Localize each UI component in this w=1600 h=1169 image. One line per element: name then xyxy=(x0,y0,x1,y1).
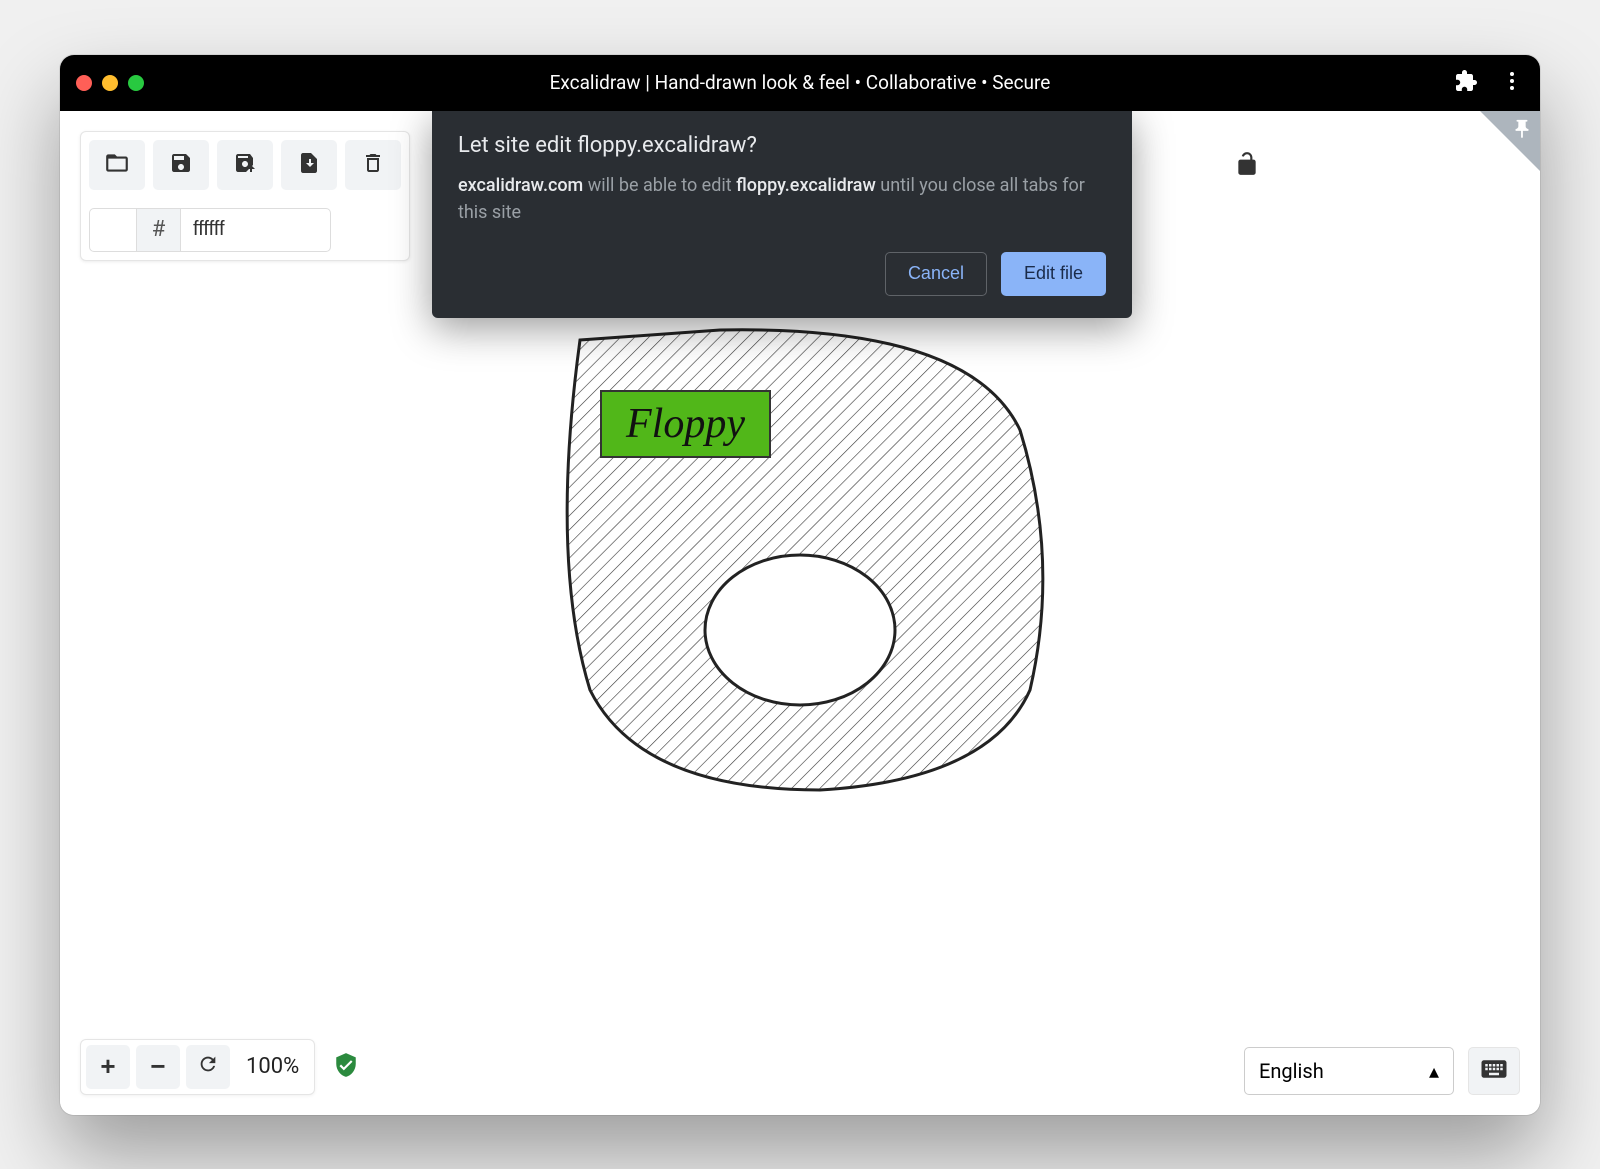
pin-icon xyxy=(1511,118,1533,144)
reset-zoom-icon xyxy=(197,1051,219,1082)
floppy-label[interactable]: Floppy xyxy=(600,390,771,458)
titlebar: Excalidraw | Hand-drawn look & feel • Co… xyxy=(60,55,1540,111)
color-swatch[interactable] xyxy=(89,208,137,252)
chevron-up-icon: ▴ xyxy=(1429,1059,1439,1083)
window-title: Excalidraw | Hand-drawn look & feel • Co… xyxy=(60,71,1540,94)
bottom-right-controls: English ▴ xyxy=(1244,1047,1520,1095)
main-toolbar: # xyxy=(80,131,410,261)
window-close-button[interactable] xyxy=(76,75,92,91)
permission-dialog: Let site edit floppy.excalidraw? excalid… xyxy=(432,111,1132,318)
delete-button[interactable] xyxy=(345,140,401,190)
window-controls xyxy=(76,75,144,91)
edit-file-button[interactable]: Edit file xyxy=(1001,252,1106,296)
folder-open-icon xyxy=(104,150,130,179)
extension-icon[interactable] xyxy=(1454,69,1478,97)
zoom-out-button[interactable]: − xyxy=(136,1045,180,1089)
zoom-in-button[interactable]: + xyxy=(86,1045,130,1089)
language-select[interactable]: English ▴ xyxy=(1244,1047,1454,1095)
export-button[interactable] xyxy=(281,140,337,190)
zoom-controls: + − 100% xyxy=(80,1039,359,1095)
save-icon xyxy=(169,151,193,178)
hash-label: # xyxy=(137,208,181,252)
menu-dots-icon[interactable] xyxy=(1500,69,1524,97)
window-minimize-button[interactable] xyxy=(102,75,118,91)
minus-icon: − xyxy=(150,1051,165,1082)
window-maximize-button[interactable] xyxy=(128,75,144,91)
shield-icon[interactable] xyxy=(333,1052,359,1082)
cancel-button[interactable]: Cancel xyxy=(885,252,987,296)
save-as-icon xyxy=(233,151,257,178)
dialog-body: excalidraw.com will be able to edit flop… xyxy=(458,172,1106,226)
color-picker: # xyxy=(89,208,401,252)
open-button[interactable] xyxy=(89,140,145,190)
canvas-drawing[interactable]: Floppy xyxy=(520,310,1080,814)
hex-input[interactable] xyxy=(181,208,331,252)
language-label: English xyxy=(1259,1059,1324,1083)
app-window: Excalidraw | Hand-drawn look & feel • Co… xyxy=(60,55,1540,1115)
dialog-title: Let site edit floppy.excalidraw? xyxy=(458,133,1106,158)
zoom-level: 100% xyxy=(236,1054,309,1079)
dialog-site: excalidraw.com xyxy=(458,175,583,196)
export-icon xyxy=(297,151,321,178)
save-as-button[interactable] xyxy=(217,140,273,190)
zoom-reset-button[interactable] xyxy=(186,1045,230,1089)
keyboard-icon xyxy=(1479,1054,1509,1087)
keyboard-shortcuts-button[interactable] xyxy=(1468,1047,1520,1095)
unlock-icon[interactable] xyxy=(1234,151,1260,181)
save-button[interactable] xyxy=(153,140,209,190)
trash-icon xyxy=(361,151,385,178)
plus-icon: + xyxy=(100,1051,115,1082)
dialog-filename: floppy.excalidraw xyxy=(736,175,876,196)
